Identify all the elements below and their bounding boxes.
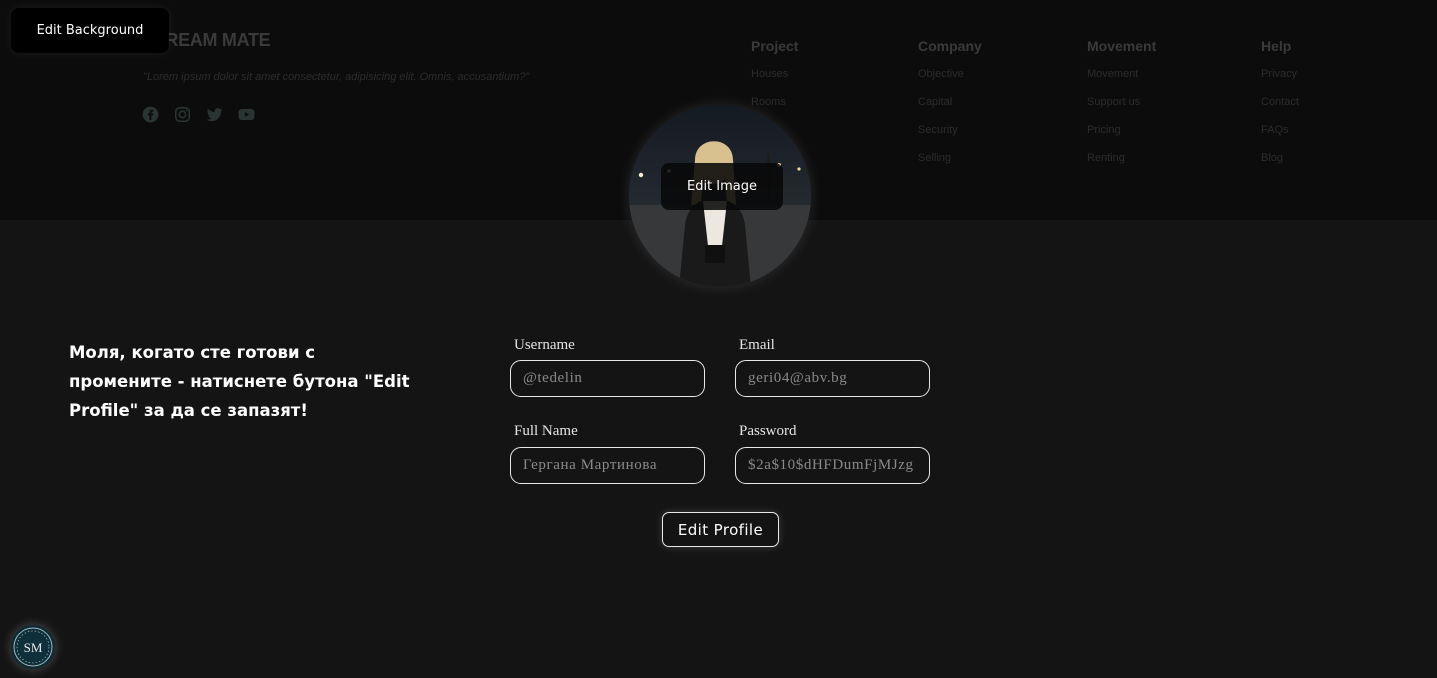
edit-image-button[interactable]: Edit Image bbox=[661, 163, 783, 210]
full-name-label: Full Name bbox=[514, 423, 578, 439]
save-instructions: Моля, когато сте готови с промените - на… bbox=[69, 343, 410, 420]
column-heading: Project bbox=[751, 38, 799, 54]
logo-text: SM bbox=[24, 640, 43, 655]
column-heading: Help bbox=[1261, 38, 1292, 54]
instagram-icon[interactable] bbox=[173, 105, 192, 124]
edit-profile-button[interactable]: Edit Profile bbox=[662, 512, 779, 547]
column-heading: Movement bbox=[1087, 38, 1157, 54]
email-label: Email bbox=[739, 337, 775, 353]
footer-column-movement: Movement Movement Support us Pricing Ren… bbox=[1087, 38, 1156, 180]
column-link[interactable]: Houses bbox=[751, 68, 798, 96]
brand-description: "Lorem ipsum dolor sit amet consectetur,… bbox=[143, 71, 530, 83]
full-name-field[interactable] bbox=[510, 447, 705, 484]
column-link[interactable]: Movement bbox=[1087, 68, 1156, 96]
column-heading: Company bbox=[918, 38, 982, 54]
footer-column-help: Help Privacy Contact FAQs Blog bbox=[1261, 38, 1299, 180]
edit-background-button[interactable]: Edit Background bbox=[11, 8, 169, 53]
username-field[interactable] bbox=[510, 360, 705, 397]
column-link[interactable]: Objective bbox=[918, 68, 982, 96]
stream-mate-logo[interactable]: SM bbox=[11, 625, 55, 669]
facebook-icon[interactable] bbox=[141, 105, 160, 124]
column-link[interactable]: Privacy bbox=[1261, 68, 1299, 96]
column-link[interactable]: Contact bbox=[1261, 96, 1299, 124]
email-field[interactable] bbox=[735, 360, 930, 397]
column-link[interactable]: Support us bbox=[1087, 96, 1156, 124]
column-link[interactable]: Security bbox=[918, 124, 982, 152]
column-link[interactable]: Blog bbox=[1261, 152, 1299, 180]
column-link[interactable]: FAQs bbox=[1261, 124, 1299, 152]
column-link[interactable]: Capital bbox=[918, 96, 982, 124]
social-links bbox=[141, 105, 256, 124]
column-link[interactable]: Pricing bbox=[1087, 124, 1156, 152]
youtube-icon[interactable] bbox=[237, 105, 256, 124]
password-label: Password bbox=[739, 423, 797, 439]
column-link[interactable]: Selling bbox=[918, 152, 982, 180]
username-label: Username bbox=[514, 337, 575, 353]
footer-column-company: Company Objective Capital Security Selli… bbox=[918, 38, 982, 180]
footer-column-project: Project Houses Rooms bbox=[751, 38, 798, 124]
password-field[interactable] bbox=[735, 447, 930, 484]
column-link[interactable]: Renting bbox=[1087, 152, 1156, 180]
twitter-icon[interactable] bbox=[205, 105, 224, 124]
